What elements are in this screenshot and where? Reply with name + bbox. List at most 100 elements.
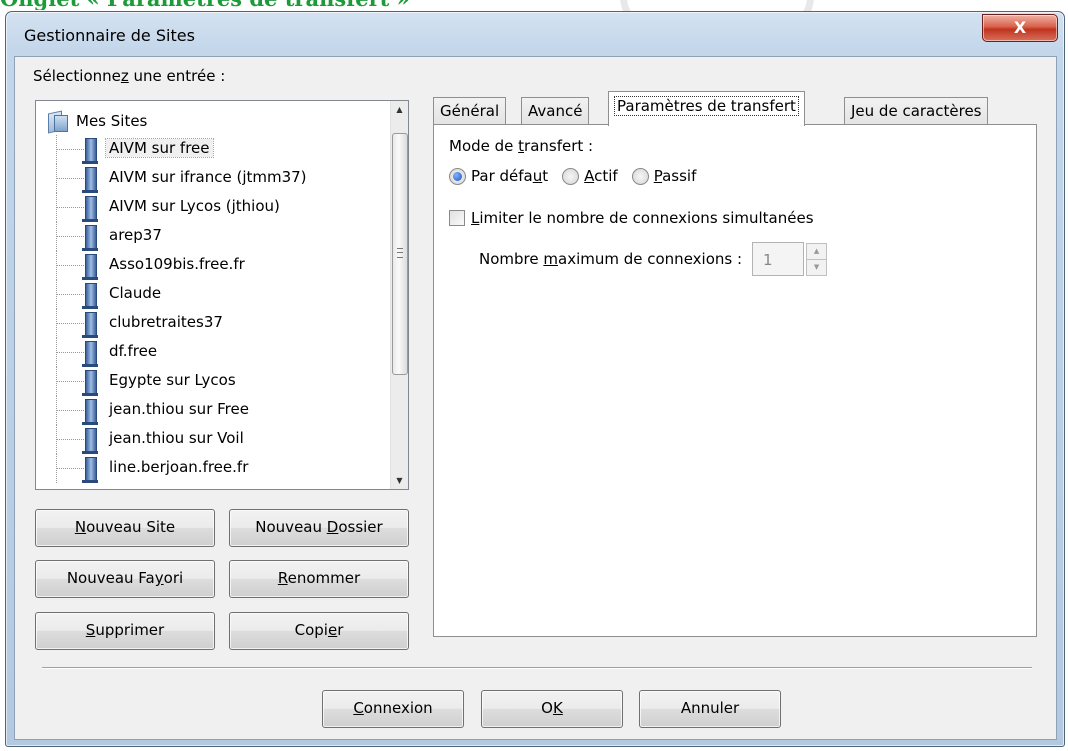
scroll-up-icon[interactable]: ▲ bbox=[391, 101, 408, 118]
new-site-button[interactable]: Nouveau Site bbox=[35, 509, 215, 547]
tree-branch bbox=[56, 410, 84, 411]
server-icon bbox=[82, 196, 98, 222]
tree-branch bbox=[56, 439, 84, 440]
limit-connections-label: Limiter le nombre de connexions simultan… bbox=[471, 209, 814, 227]
transfer-settings-panel: Mode de transfert : Par défaut Actif Passi… bbox=[433, 124, 1037, 637]
transfer-mode-option[interactable]: Passif bbox=[631, 167, 697, 185]
tree-branch bbox=[56, 236, 84, 237]
tree-item[interactable]: arep37 bbox=[56, 222, 386, 251]
transfer-mode-label: Mode de transfert : bbox=[449, 137, 594, 155]
server-icon bbox=[82, 312, 98, 338]
radio-icon[interactable] bbox=[562, 167, 580, 185]
tree-item-label: line.berjoan.free.fr bbox=[109, 458, 249, 476]
tree-branch bbox=[56, 381, 84, 382]
tree-branch bbox=[56, 265, 84, 266]
tree-branch bbox=[56, 207, 84, 208]
new-favorite-button[interactable]: Nouveau Fayori bbox=[35, 560, 215, 598]
limit-connections-option[interactable]: Limiter le nombre de connexions simultan… bbox=[449, 209, 814, 227]
spin-down-icon[interactable]: ▼ bbox=[806, 259, 828, 276]
delete-button[interactable]: Supprimer bbox=[35, 612, 215, 650]
radio-icon[interactable] bbox=[449, 167, 466, 185]
transfer-mode-label: Par défaut bbox=[471, 167, 549, 185]
server-icon bbox=[82, 254, 98, 280]
max-connections-input[interactable]: 1 bbox=[752, 242, 805, 276]
copy-button[interactable]: Copier bbox=[229, 612, 409, 650]
server-icon bbox=[82, 341, 98, 367]
server-icon bbox=[82, 167, 98, 193]
new-folder-button[interactable]: Nouveau Dossier bbox=[229, 509, 409, 547]
tree-item-label: jean.thiou sur Voil bbox=[109, 429, 244, 447]
tree-branch bbox=[56, 294, 84, 295]
server-icon bbox=[82, 457, 98, 483]
tree-item-label: jean.thiou sur Free bbox=[109, 400, 249, 418]
tree-item[interactable]: line.berjoan.free.fr bbox=[56, 454, 386, 483]
sites-tree[interactable]: Mes Sites AIVM sur free AIVM sur ifrance … bbox=[35, 100, 409, 490]
connect-button[interactable]: Connexion bbox=[322, 690, 464, 728]
tree-branch bbox=[56, 468, 84, 469]
tree-item[interactable]: AIVM sur ifrance (jtmm37) bbox=[56, 164, 386, 193]
tree-item-label: AIVM sur free bbox=[105, 138, 214, 158]
limit-connections-checkbox[interactable] bbox=[449, 210, 465, 226]
transfer-mode-option[interactable]: Par défaut bbox=[449, 167, 548, 185]
grip-icon bbox=[397, 248, 403, 258]
tree-item[interactable]: jean.thiou sur Free bbox=[56, 396, 386, 425]
tree-root[interactable]: Mes Sites bbox=[46, 109, 148, 134]
tree-item-label: Claude bbox=[109, 284, 162, 302]
tree-item-label: Egypte sur Lycos bbox=[109, 371, 236, 389]
transfer-mode-options: Par défaut Actif Passif bbox=[449, 167, 710, 185]
scroll-thumb[interactable] bbox=[392, 133, 408, 375]
tree-branch bbox=[56, 323, 84, 324]
select-entry-label: Sélectionnez une entrée : bbox=[33, 67, 226, 85]
transfer-mode-label: Actif bbox=[584, 167, 618, 185]
tree-branch bbox=[56, 352, 84, 353]
server-icon bbox=[82, 138, 98, 164]
transfer-mode-label: Passif bbox=[653, 167, 697, 185]
separator bbox=[42, 667, 1032, 669]
dialog-client: Sélectionnez une entrée : Mes Sites AIVM… bbox=[14, 56, 1057, 740]
close-button[interactable]: X bbox=[982, 14, 1058, 42]
tree-item-label: AIVM sur Lycos (jthiou) bbox=[109, 197, 280, 215]
document-heading: Onglet « Paramètres de transfert » bbox=[0, 0, 440, 10]
close-icon: X bbox=[1013, 18, 1027, 37]
tree-item-label: Asso109bis.free.fr bbox=[109, 255, 245, 273]
tree-item[interactable]: AIVM sur Lycos (jthiou) bbox=[56, 193, 386, 222]
tree-item[interactable]: Egypte sur Lycos bbox=[56, 367, 386, 396]
max-connections-row: Nombre maximum de connexions : 1 ▲ ▼ bbox=[479, 242, 828, 276]
server-icon bbox=[82, 283, 98, 309]
tree-item-label: clubretraites37 bbox=[109, 313, 223, 331]
tree-scrollbar[interactable]: ▲ ▼ bbox=[390, 101, 408, 489]
spin-up-icon[interactable]: ▲ bbox=[806, 243, 828, 260]
ok-button[interactable]: OK bbox=[481, 690, 623, 728]
tree-item[interactable]: jean.thiou sur Voil bbox=[56, 425, 386, 454]
tree-item[interactable]: df.free bbox=[56, 338, 386, 367]
site-manager-window: Gestionnaire de Sites X Sélectionnez une… bbox=[5, 11, 1065, 747]
max-connections-spinner[interactable]: ▲ ▼ bbox=[806, 243, 828, 276]
tree-root-label: Mes Sites bbox=[76, 112, 148, 130]
tree-item-label: df.free bbox=[109, 342, 158, 360]
tab-charset[interactable]: Jeu de caractères bbox=[844, 97, 989, 125]
server-icon bbox=[82, 428, 98, 454]
rename-button[interactable]: Renommer bbox=[229, 560, 409, 598]
tree-branch bbox=[56, 178, 84, 179]
max-connections-label: Nombre maximum de connexions : bbox=[479, 250, 743, 268]
tree-item[interactable]: AIVM sur free bbox=[56, 135, 386, 164]
transfer-mode-option[interactable]: Actif bbox=[562, 167, 618, 185]
tab-general[interactable]: Général bbox=[433, 97, 507, 125]
scroll-down-icon[interactable]: ▼ bbox=[391, 472, 408, 489]
tree-item[interactable]: Asso109bis.free.fr bbox=[56, 251, 386, 280]
cancel-button[interactable]: Annuler bbox=[639, 690, 781, 728]
tree-item[interactable]: Claude bbox=[56, 280, 386, 309]
tree-items: AIVM sur free AIVM sur ifrance (jtmm37) AI… bbox=[56, 135, 386, 483]
window-title: Gestionnaire de Sites bbox=[24, 26, 195, 45]
tab-advanced[interactable]: Avancé bbox=[521, 97, 590, 125]
tree-item[interactable]: clubretraites37 bbox=[56, 309, 386, 338]
tree-branch bbox=[56, 149, 84, 150]
tree-item-label: AIVM sur ifrance (jtmm37) bbox=[109, 168, 307, 186]
tab-transfer-settings[interactable]: Paramètres de transfert bbox=[608, 91, 805, 126]
folder-icon bbox=[46, 110, 68, 134]
server-icon bbox=[82, 370, 98, 396]
server-icon bbox=[82, 225, 98, 251]
tree-item-label: arep37 bbox=[109, 226, 162, 244]
radio-icon[interactable] bbox=[631, 167, 649, 185]
title-bar[interactable]: Gestionnaire de Sites X bbox=[6, 12, 1064, 56]
